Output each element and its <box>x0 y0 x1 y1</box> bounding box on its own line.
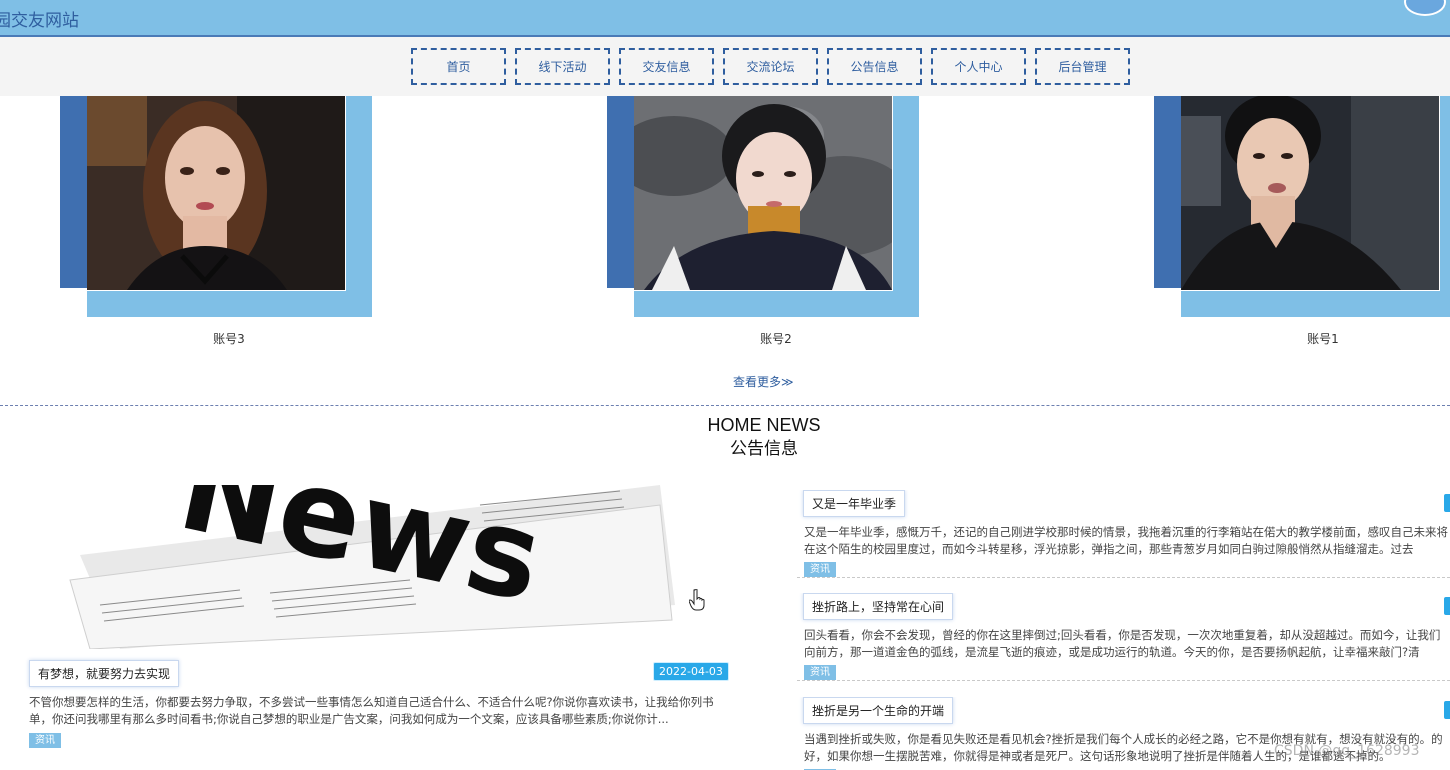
nav-item-admin[interactable]: 后台管理 <box>1035 48 1130 85</box>
news-item-title[interactable]: 挫折是另一个生命的开端 <box>803 697 954 724</box>
news-item-separator <box>797 577 1450 578</box>
nav-list: 首页 线下活动 交友信息 交流论坛 公告信息 个人中心 后台管理 <box>411 48 1130 85</box>
profile-photo[interactable] <box>87 96 346 291</box>
news-list-item[interactable]: 挫折是另一个生命的开端 当遇到挫折或失败，你是看见失败还是看见机会?挫折是我们每… <box>797 697 1450 770</box>
nav-item-personal-center[interactable]: 个人中心 <box>931 48 1026 85</box>
nav-item-offline-activities[interactable]: 线下活动 <box>515 48 610 85</box>
section-title-cn: 公告信息 <box>730 439 798 459</box>
news-list-item[interactable]: 挫折路上，坚持常在心间 回头看看，你会不会发现，曾经的你在这里摔倒过;回头看看，… <box>797 593 1450 693</box>
news-item-title[interactable]: 挫折路上，坚持常在心间 <box>803 593 954 620</box>
watermark-text: CSDN @qq_1628993 <box>1274 743 1420 759</box>
section-title-en: HOME NEWS <box>707 415 821 435</box>
featured-news-date-badge: 2022-04-03 <box>653 662 729 681</box>
profile-name: 账号1 <box>1307 332 1339 346</box>
nav-item-home[interactable]: 首页 <box>411 48 506 85</box>
news-newspaper-image[interactable]: News <box>60 485 680 649</box>
featured-news-title[interactable]: 有梦想，就要努力去实现 <box>29 660 180 687</box>
news-item-title[interactable]: 又是一年毕业季 <box>803 490 906 517</box>
date-badge-partial <box>1444 494 1450 512</box>
profile-name: 账号2 <box>760 332 792 346</box>
profile-card[interactable]: 账号3 <box>60 96 372 356</box>
top-header-bar: 园交友网站 <box>0 0 1450 37</box>
profile-photo[interactable] <box>1181 96 1440 291</box>
news-item-separator <box>797 680 1450 681</box>
featured-news-tag[interactable]: 资讯 <box>29 733 61 748</box>
section-divider <box>0 405 1450 406</box>
nav-item-announcements[interactable]: 公告信息 <box>827 48 922 85</box>
hand-cursor-icon <box>689 589 705 611</box>
profile-name: 账号3 <box>213 332 245 346</box>
site-title[interactable]: 园交友网站 <box>0 6 79 31</box>
news-item-summary: 又是一年毕业季，感慨万千，还记的自己刚进学校那时候的情景，我拖着沉重的行李箱站在… <box>804 525 1448 556</box>
nav-item-dating-info[interactable]: 交友信息 <box>619 48 714 85</box>
nav-item-forum[interactable]: 交流论坛 <box>723 48 818 85</box>
news-list-item[interactable]: 又是一年毕业季 又是一年毕业季，感慨万千，还记的自己刚进学校那时候的情景，我拖着… <box>797 490 1450 590</box>
view-more-link[interactable]: 查看更多≫ <box>733 373 794 390</box>
news-item-tag[interactable]: 资讯 <box>804 665 836 680</box>
date-badge-partial <box>1444 597 1450 615</box>
profile-photo[interactable] <box>634 96 893 291</box>
featured-news-summary: 不管你想要怎样的生活，你都要去努力争取，不多尝试一些事情怎么知道自己适合什么、不… <box>29 695 714 726</box>
date-badge-partial <box>1444 701 1450 719</box>
news-section-heading: HOME NEWS 公告信息 <box>0 414 1450 462</box>
main-navigation: 首页 线下活动 交友信息 交流论坛 公告信息 个人中心 后台管理 <box>0 37 1450 96</box>
profile-card[interactable]: 账号1 <box>1154 96 1450 356</box>
profile-card[interactable]: 账号2 <box>607 96 919 356</box>
news-item-summary: 回头看看，你会不会发现，曾经的你在这里摔倒过;回头看看，你是否发现，一次次地重复… <box>804 628 1441 659</box>
user-avatar[interactable] <box>1404 0 1446 16</box>
news-item-tag[interactable]: 资讯 <box>804 562 836 577</box>
